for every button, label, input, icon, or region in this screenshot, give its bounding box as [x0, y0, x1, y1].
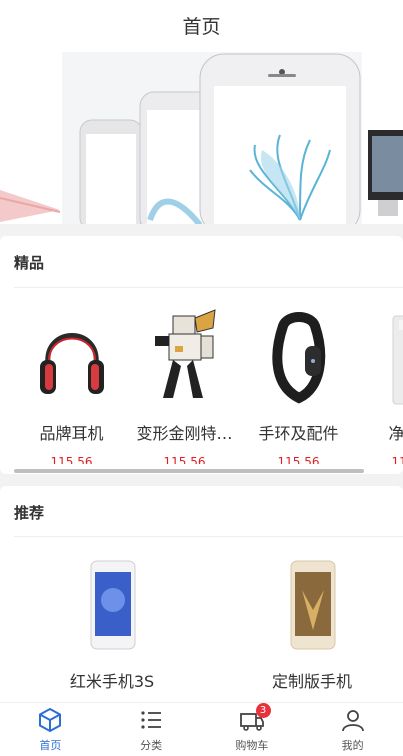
- top-header: 首页: [0, 0, 403, 50]
- tab-cart[interactable]: 购物车 3: [202, 703, 303, 756]
- section-divider: [14, 536, 403, 537]
- page-title: 首页: [182, 15, 221, 38]
- featured-item[interactable]: 净化器 115.56: [355, 294, 403, 464]
- product-name: 变形金刚特…: [136, 424, 233, 443]
- tab-home[interactable]: 首页: [0, 703, 101, 756]
- featured-item[interactable]: 变形金刚特… 115.56: [127, 294, 242, 464]
- recommend-item[interactable]: 红米手机3S: [12, 560, 212, 700]
- app-page: 首页 精品 品牌耳机 115.56 变形金刚特… 115.56 手环及配件 11…: [0, 0, 403, 756]
- fitness-band-icon: [272, 312, 326, 404]
- home-cube-icon: [39, 707, 62, 733]
- product-price: 115.56: [277, 455, 320, 464]
- recommend-item[interactable]: 定制版手机: [212, 560, 403, 700]
- tab-label: 购物车: [235, 739, 269, 752]
- headphones-icon: [40, 333, 104, 394]
- product-price: 115.56: [391, 455, 403, 464]
- cart-count-badge: 3: [255, 703, 271, 718]
- tab-label: 我的: [341, 739, 364, 752]
- user-icon: [341, 710, 364, 732]
- tab-category[interactable]: 分类: [101, 703, 202, 756]
- phone-icon: [290, 560, 336, 650]
- phone-icon: [90, 560, 136, 650]
- recommend-title: 推荐: [14, 504, 45, 522]
- tab-label: 分类: [140, 739, 163, 752]
- banner-image: [0, 50, 403, 224]
- product-price: 115.56: [50, 455, 93, 464]
- section-divider: [14, 287, 403, 288]
- recommend-section: 推荐 红米手机3S 定制版手机: [0, 486, 403, 712]
- product-name: 净化器: [388, 424, 403, 443]
- air-purifier-icon: [392, 315, 403, 405]
- featured-item[interactable]: 品牌耳机 115.56: [14, 294, 129, 464]
- featured-item[interactable]: 手环及配件 115.56: [241, 294, 356, 464]
- robot-toy-icon: [155, 309, 216, 398]
- tab-label: 首页: [39, 739, 62, 752]
- featured-title: 精品: [14, 254, 45, 272]
- product-name: 手环及配件: [258, 424, 339, 443]
- product-name: 品牌耳机: [39, 424, 104, 443]
- product-price: 115.56: [163, 455, 206, 464]
- bottom-tabbar: 首页 分类 购物车 3 我的: [0, 702, 403, 756]
- tab-mine[interactable]: 我的: [302, 703, 403, 756]
- list-icon: [141, 711, 162, 729]
- featured-section: 精品 品牌耳机 115.56 变形金刚特… 115.56 手环及配件 115.5…: [0, 236, 403, 474]
- product-name: 定制版手机: [271, 672, 352, 691]
- carousel-scrollbar[interactable]: [14, 469, 364, 473]
- product-name: 红米手机3S: [69, 672, 155, 691]
- featured-carousel[interactable]: 品牌耳机 115.56 变形金刚特… 115.56 手环及配件 115.56 净…: [0, 294, 403, 464]
- hero-banner[interactable]: [0, 50, 403, 224]
